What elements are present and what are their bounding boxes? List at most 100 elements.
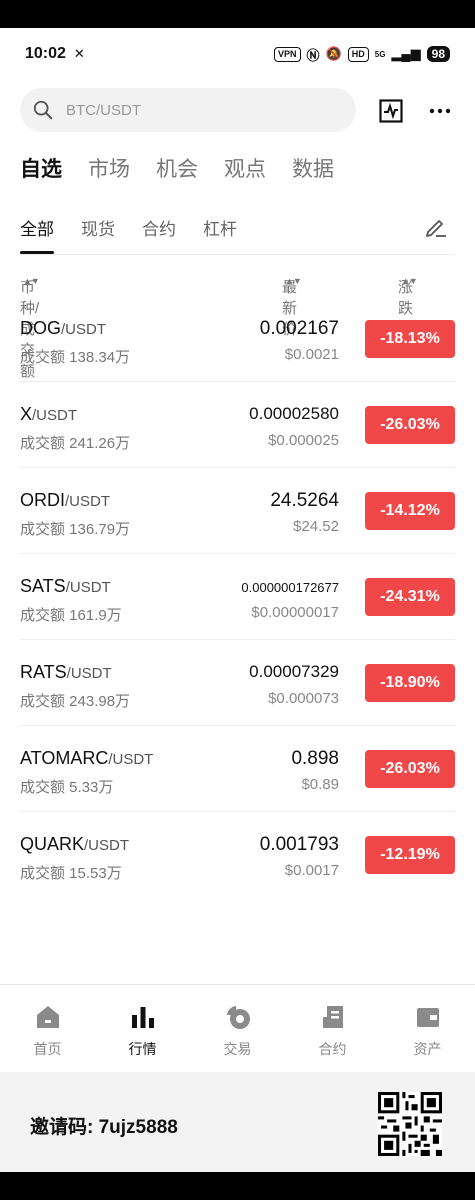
sort-icon: ▲▼ [285,276,302,286]
chart-icon [379,99,403,123]
search-row [20,88,455,132]
pair-symbol: QUARK/USDT [20,834,129,855]
subtab-contract[interactable]: 合约 [142,215,176,240]
usd-price: $0.0017 [284,862,339,879]
last-price: 24.5264 [270,490,339,511]
change-badge[interactable]: -26.03% [365,406,455,444]
usd-price: $0.89 [301,776,339,793]
tab-watchlist[interactable]: 自选 [20,153,62,183]
tab-views[interactable]: 观点 [224,153,266,183]
nav-trade-label: 交易 [223,1041,252,1057]
change-badge[interactable]: -18.90% [365,664,455,702]
base-symbol: ATOMARC [20,748,109,768]
subtab-all[interactable]: 全部 [20,215,54,254]
hd-icon: HD [347,46,369,62]
base-symbol: QUARK [20,834,85,854]
contract-icon [322,1006,343,1028]
quote-symbol: /USDT [84,837,130,854]
last-price: 0.001793 [259,834,339,855]
tab-opportunity[interactable]: 机会 [156,153,198,183]
list-item[interactable]: X/USDT 成交额 241.26万 0.00002580 $0.000025 … [20,382,455,468]
list-item[interactable]: ATOMARC/USDT 成交额 5.33万 0.898 $0.89 -26.0… [20,726,455,812]
signal-icon: ▂▄▆ [391,46,421,61]
base-symbol: X [20,404,33,424]
change-badge[interactable]: -18.13% [365,320,455,358]
watchlist: DOG/USDT 成交额 138.34万 0.002167 $0.0021 -1… [20,296,455,897]
mute-icon: 🔕 [325,46,342,61]
subtab-spot[interactable]: 现货 [81,215,115,240]
edit-icon[interactable] [423,214,449,240]
qr-code [378,1092,442,1156]
chart-button[interactable] [378,98,404,124]
usd-price: $0.000025 [268,432,339,449]
main-tabs: 自选 市场 机会 观点 数据 [20,153,334,183]
nfc-icon: Ⓝ [306,47,320,63]
more-icon [429,108,451,114]
invite-code: 邀请码: 7ujz5888 [30,1117,178,1138]
last-price: 0.000000172677 [241,580,339,595]
tab-data[interactable]: 数据 [292,153,334,183]
last-price: 0.898 [291,748,339,769]
market-bars-icon [131,1007,154,1028]
nav-market[interactable]: 行情 [95,985,190,1073]
quote-symbol: /USDT [32,407,78,424]
sort-icon: ▲▼ [401,276,418,286]
volume: 成交额 241.26万 [20,435,131,452]
list-item[interactable]: SATS/USDT 成交额 161.9万 0.000000172677 $0.0… [20,554,455,640]
volume: 成交额 15.53万 [20,865,122,882]
list-item[interactable]: DOG/USDT 成交额 138.34万 0.002167 $0.0021 -1… [20,296,455,382]
nav-contract-label: 合约 [318,1041,347,1057]
status-bar: 10:02 ✕ VPN Ⓝ 🔕 HD 5G ▂▄▆ 98 [0,28,475,80]
column-header: 币种/成交额▲▼ 最新价▲▼ 涨跌幅▲▼ [20,276,455,380]
usd-price: $0.000073 [268,690,339,707]
quote-symbol: /USDT [66,665,112,682]
pair-symbol: RATS/USDT [20,662,112,683]
last-price: 0.00007329 [249,662,339,681]
pair-symbol: X/USDT [20,404,77,425]
signal-label: 5G [374,49,386,59]
base-symbol: RATS [20,662,67,682]
change-badge[interactable]: -12.19% [365,836,455,874]
change-badge[interactable]: -24.31% [365,578,455,616]
wallet-icon [416,1008,439,1027]
vpn-icon: VPN [274,46,301,62]
quote-symbol: /USDT [61,321,107,338]
nav-home[interactable]: 首页 [0,985,95,1073]
tab-market[interactable]: 市场 [88,153,130,183]
more-button[interactable] [427,98,453,124]
app-screen: 10:02 ✕ VPN Ⓝ 🔕 HD 5G ▂▄▆ 98 BTC/USDT 自选… [0,28,475,1172]
nav-assets[interactable]: 资产 [380,985,475,1073]
change-badge[interactable]: -26.03% [365,750,455,788]
nav-assets-label: 资产 [413,1041,442,1057]
battery-icon: 98 [426,46,450,62]
pair-symbol: DOG/USDT [20,318,106,339]
list-item[interactable]: QUARK/USDT 成交额 15.53万 0.001793 $0.0017 -… [20,812,455,897]
quote-symbol: /USDT [108,751,154,768]
list-item[interactable]: ORDI/USDT 成交额 136.79万 24.5264 $24.52 -14… [20,468,455,554]
search-input[interactable] [64,100,318,120]
trade-icon [226,1006,250,1029]
invite-banner: 邀请码: 7ujz5888 [0,1072,475,1172]
nav-contract[interactable]: 合约 [285,985,380,1073]
search-bar[interactable] [20,88,356,132]
change-badge[interactable]: -14.12% [365,492,455,530]
usd-price: $0.0021 [284,346,339,363]
quote-symbol: /USDT [65,493,110,510]
pair-symbol: ATOMARC/USDT [20,748,153,769]
base-symbol: ORDI [20,490,65,510]
usd-price: $24.52 [293,518,339,535]
subtab-margin[interactable]: 杠杆 [203,215,237,240]
sort-icon: ▲▼ [23,276,40,286]
list-item[interactable]: RATS/USDT 成交额 243.98万 0.00007329 $0.0000… [20,640,455,726]
usd-price: $0.00000017 [251,604,339,621]
nav-trade[interactable]: 交易 [190,985,285,1073]
search-icon [33,100,53,120]
nav-market-label: 行情 [128,1041,157,1057]
sub-tabs: 全部 现货 合约 杠杆 [20,215,237,254]
home-icon [36,1006,59,1028]
base-symbol: DOG [20,318,62,338]
volume: 成交额 136.79万 [20,521,131,538]
base-symbol: SATS [20,576,66,596]
tabs-divider [20,254,455,255]
last-price: 0.002167 [259,318,339,339]
